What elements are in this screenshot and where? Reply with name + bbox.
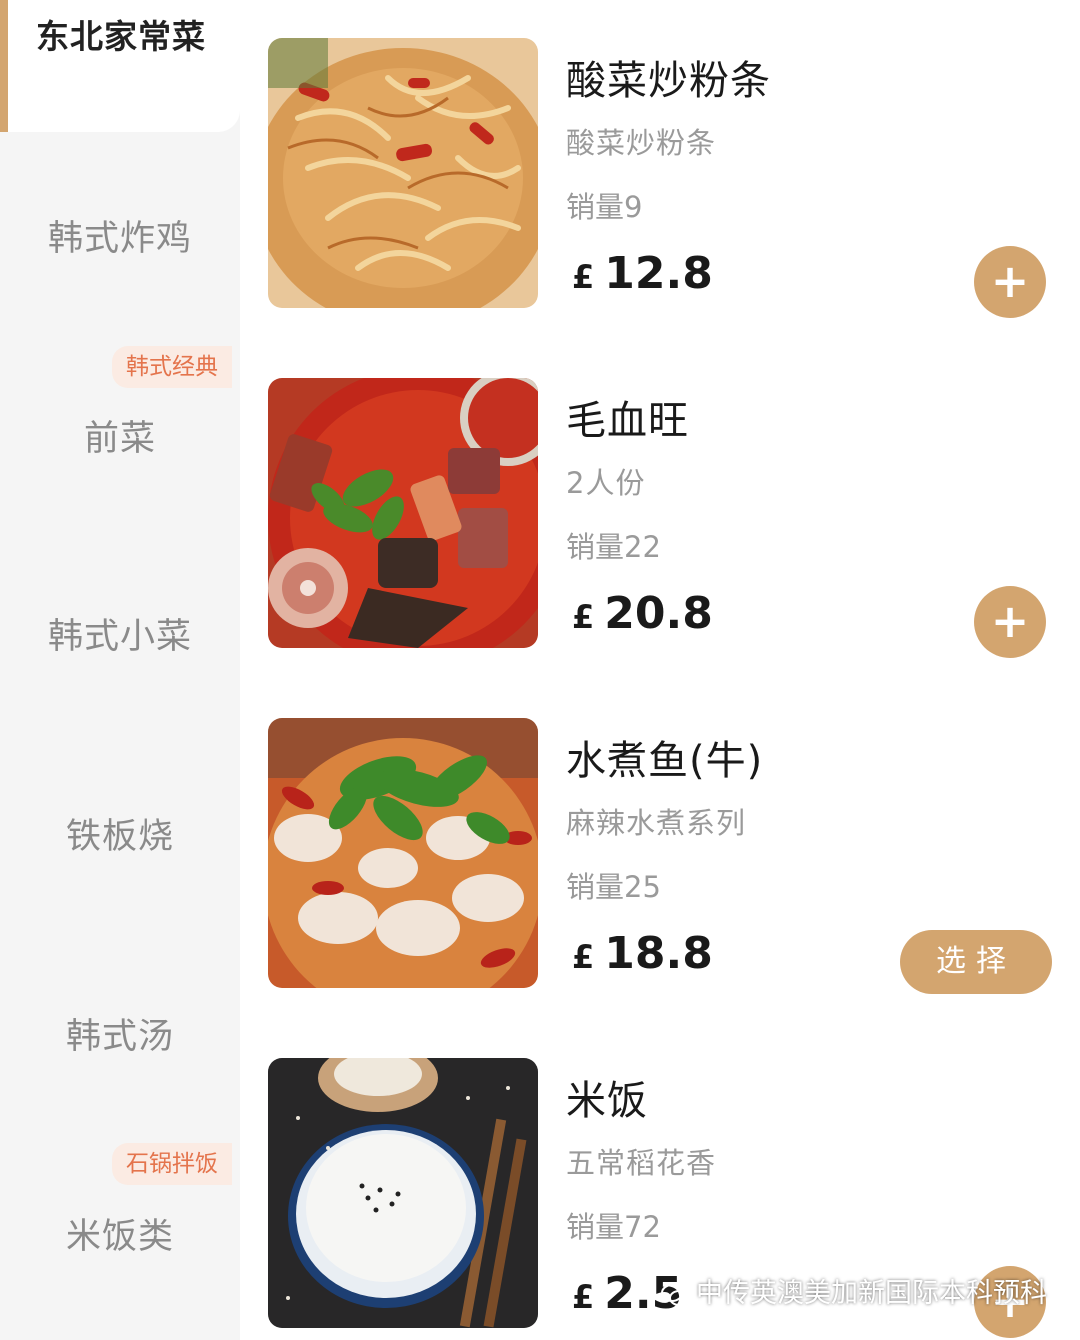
- dish-price: £18.8: [572, 928, 713, 979]
- price-amount: 18.8: [604, 928, 713, 979]
- category-active[interactable]: 东北家常菜: [0, 0, 240, 132]
- dish-image: [268, 38, 538, 308]
- dish-name: 酸菜炒粉条: [566, 58, 771, 104]
- add-button[interactable]: +: [974, 586, 1046, 658]
- watermark: 中传英澳美加新国际本科预科: [660, 1276, 1047, 1312]
- dish-sales: 销量9: [566, 190, 643, 224]
- category-korean-side-dishes[interactable]: 韩式小菜: [0, 608, 240, 659]
- category-korean-fried-chicken[interactable]: 韩式炸鸡: [0, 210, 240, 261]
- choose-options-button[interactable]: 选择: [900, 930, 1052, 994]
- dish-name: 米饭: [566, 1078, 648, 1124]
- category-sidebar: 东北家常菜 韩式炸鸡 韩式经典 前菜 韩式小菜 铁板烧 韩式汤 石锅拌饭 米饭类: [0, 0, 240, 1340]
- category-rice[interactable]: 米饭类: [0, 1208, 240, 1259]
- dish-sales: 销量72: [566, 1210, 661, 1244]
- category-appetizers[interactable]: 前菜: [0, 410, 240, 461]
- dish-description: 麻辣水煮系列: [566, 806, 747, 840]
- dish-description: 2人份: [566, 466, 646, 500]
- dish-name: 水煮鱼(牛): [566, 738, 764, 784]
- menu-item[interactable]: 毛血旺 2人份 销量22 £20.8 +: [268, 378, 1068, 658]
- currency-symbol: £: [572, 598, 595, 636]
- dish-price: £12.8: [572, 248, 713, 299]
- active-indicator: [0, 0, 8, 132]
- price-amount: 12.8: [604, 248, 713, 299]
- category-teppanyaki[interactable]: 铁板烧: [0, 808, 240, 859]
- currency-symbol: £: [572, 258, 595, 296]
- dish-image: [268, 718, 538, 988]
- dish-price: £20.8: [572, 588, 713, 639]
- dish-image: [268, 378, 538, 648]
- dish-name: 毛血旺: [566, 398, 689, 444]
- dish-description: 五常稻花香: [566, 1146, 717, 1180]
- menu-item[interactable]: 水煮鱼(牛) 麻辣水煮系列 销量25 £18.8 选择: [268, 718, 1068, 994]
- dish-sales: 销量22: [566, 530, 661, 564]
- currency-symbol: £: [572, 938, 595, 976]
- add-button[interactable]: +: [974, 246, 1046, 318]
- category-korean-soup[interactable]: 韩式汤: [0, 1008, 240, 1059]
- category-tag: 韩式经典: [112, 346, 232, 388]
- menu-item[interactable]: 酸菜炒粉条 酸菜炒粉条 销量9 £12.8 +: [268, 38, 1068, 318]
- price-amount: 20.8: [604, 588, 713, 639]
- dish-image: [268, 1058, 538, 1328]
- watermark-text: 中传英澳美加新国际本科预科: [696, 1278, 1047, 1309]
- dish-sales: 销量25: [566, 870, 661, 904]
- currency-symbol: £: [572, 1278, 595, 1316]
- wechat-icon: [661, 1283, 689, 1306]
- dish-description: 酸菜炒粉条: [566, 126, 717, 160]
- category-active-label: 东北家常菜: [36, 17, 206, 56]
- category-tag: 石锅拌饭: [112, 1143, 232, 1185]
